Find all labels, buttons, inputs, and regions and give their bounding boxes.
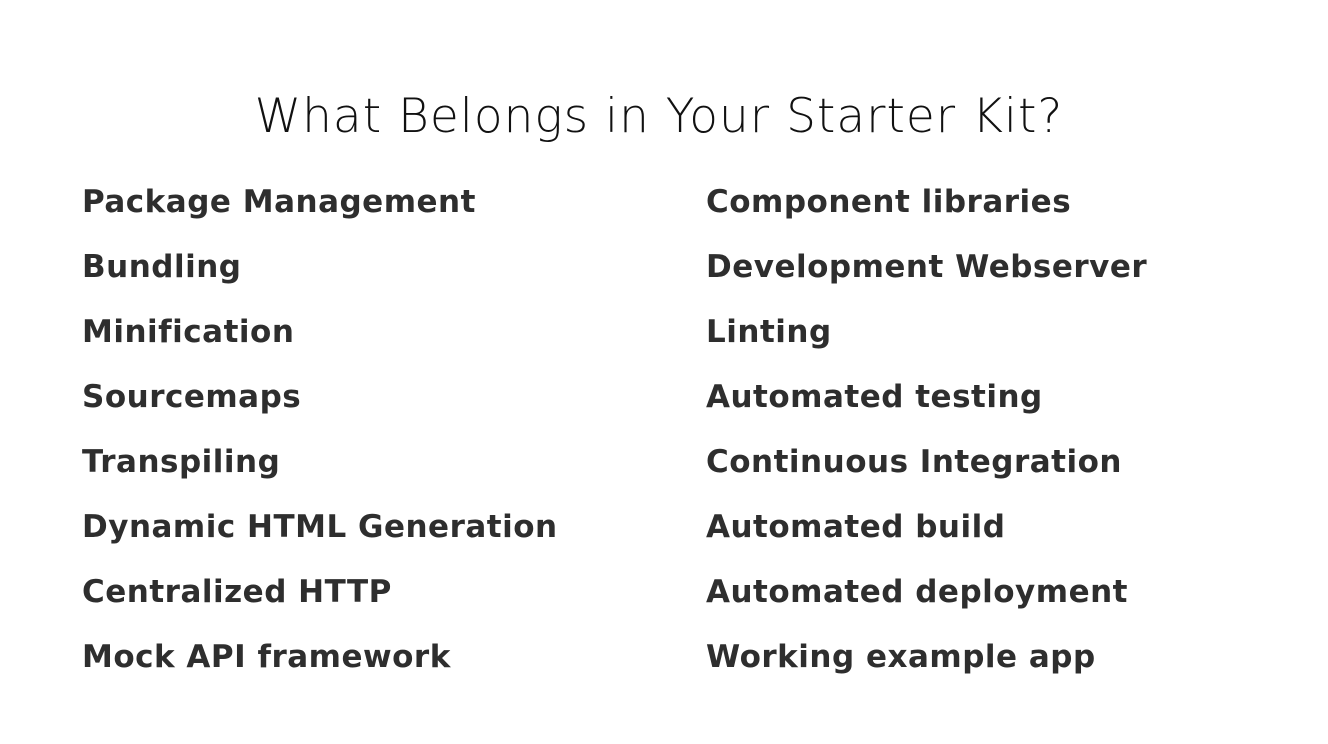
list-item: Automated build bbox=[706, 509, 1006, 545]
list-item: Linting bbox=[706, 314, 832, 350]
list-item: Transpiling bbox=[82, 444, 281, 480]
right-item-list: Component libraries Development Webserve… bbox=[706, 180, 1147, 700]
list-item: Working example app bbox=[706, 639, 1096, 675]
list-item: Continuous Integration bbox=[706, 444, 1122, 480]
list-item: Component libraries bbox=[706, 184, 1072, 220]
list-item: Automated deployment bbox=[706, 574, 1128, 610]
list-item: Dynamic HTML Generation bbox=[82, 509, 558, 545]
list-item: Development Webserver bbox=[706, 249, 1148, 285]
list-item: Mock API framework bbox=[82, 639, 451, 675]
list-item: Package Management bbox=[82, 184, 476, 220]
list-item: Bundling bbox=[82, 249, 242, 285]
list-item: Sourcemaps bbox=[82, 379, 302, 415]
slide-title: What Belongs in Your Starter Kit? bbox=[254, 89, 1064, 145]
list-item: Automated testing bbox=[706, 379, 1043, 415]
list-item: Minification bbox=[82, 314, 295, 350]
list-item: Centralized HTTP bbox=[82, 574, 392, 610]
left-item-list: Package Management Bundling Minification… bbox=[82, 180, 558, 700]
